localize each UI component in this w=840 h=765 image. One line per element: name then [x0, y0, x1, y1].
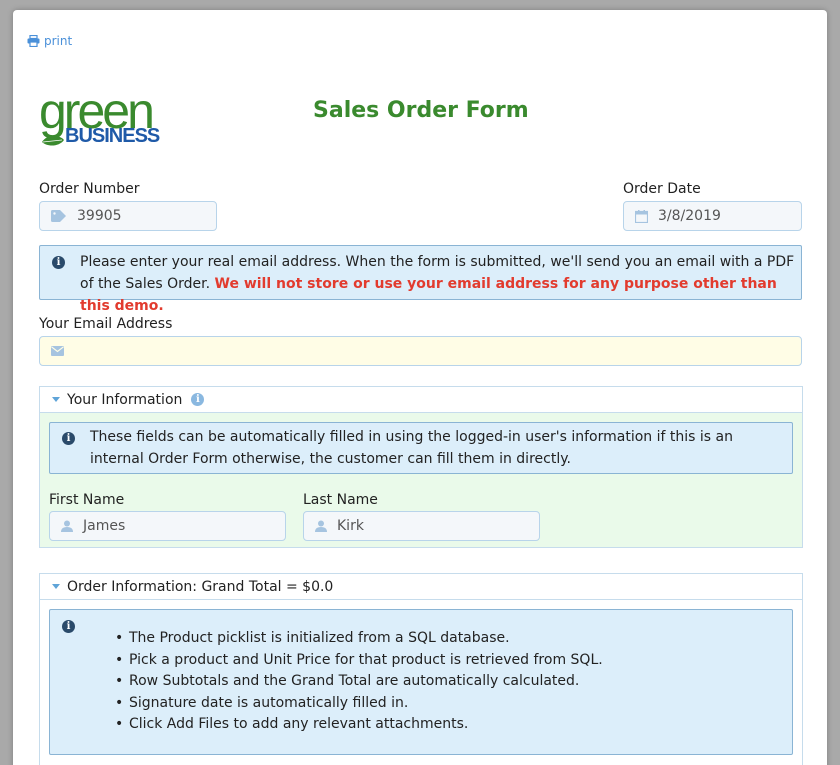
calendar-icon — [635, 209, 648, 223]
envelope-icon — [51, 346, 64, 356]
your-information-notice-text: These fields can be automatically filled… — [90, 429, 733, 467]
your-information-section: Your Information i i These fields can be… — [39, 386, 803, 548]
first-name-field[interactable]: James — [49, 511, 286, 541]
caret-down-icon — [52, 397, 60, 402]
info-icon: i — [52, 256, 65, 269]
form-page: print green BUSINESS Sales Order Form Or… — [13, 10, 827, 765]
print-link[interactable]: print — [27, 34, 72, 48]
tag-icon — [51, 210, 67, 222]
order-number-value: 39905 — [77, 208, 122, 224]
order-information-section: Order Information: Grand Total = $0.0 i … — [39, 573, 803, 765]
print-label: print — [44, 34, 73, 48]
user-icon — [61, 520, 73, 532]
list-item: Signature date is automatically filled i… — [115, 693, 785, 715]
last-name-field[interactable]: Kirk — [303, 511, 540, 541]
email-label: Your Email Address — [39, 316, 173, 332]
last-name-label: Last Name — [303, 492, 378, 508]
email-field[interactable] — [39, 336, 802, 366]
first-name-value: James — [83, 518, 126, 534]
logo-word-business: BUSINESS — [65, 125, 160, 147]
caret-down-icon — [52, 584, 60, 589]
order-date-label: Order Date — [623, 181, 701, 197]
green-business-logo: green BUSINESS — [39, 86, 160, 166]
list-item: Row Subtotals and the Grand Total are au… — [115, 671, 785, 693]
order-date-value: 3/8/2019 — [658, 208, 721, 224]
list-item: Pick a product and Unit Price for that p… — [115, 650, 785, 672]
printer-icon — [27, 35, 40, 47]
last-name-value: Kirk — [337, 518, 364, 534]
email-notice-text: Please enter your real email address. Wh… — [80, 251, 795, 317]
user-icon — [315, 520, 327, 532]
first-name-label: First Name — [49, 492, 125, 508]
list-item: Click Add Files to add any relevant atta… — [115, 714, 785, 736]
email-notice-box: i Please enter your real email address. … — [39, 245, 802, 314]
order-date-field[interactable]: 3/8/2019 — [623, 201, 802, 231]
info-icon: i — [62, 620, 75, 633]
info-icon[interactable]: i — [191, 393, 205, 406]
your-information-title: Your Information — [67, 391, 183, 408]
info-icon: i — [62, 432, 75, 445]
order-information-notice-box: i The Product picklist is initialized fr… — [49, 609, 793, 755]
order-information-title: Order Information: Grand Total = $0.0 — [67, 578, 334, 595]
your-information-header[interactable]: Your Information i — [40, 387, 802, 413]
page-title: Sales Order Form — [313, 98, 529, 123]
list-item: The Product picklist is initialized from… — [115, 628, 785, 650]
leaf-icon — [42, 135, 64, 146]
order-information-header[interactable]: Order Information: Grand Total = $0.0 — [40, 574, 802, 600]
order-number-label: Order Number — [39, 181, 140, 197]
your-information-notice-box: i These fields can be automatically fill… — [49, 422, 793, 474]
order-information-bullets: The Product picklist is initialized from… — [115, 628, 785, 736]
order-number-field[interactable]: 39905 — [39, 201, 217, 231]
